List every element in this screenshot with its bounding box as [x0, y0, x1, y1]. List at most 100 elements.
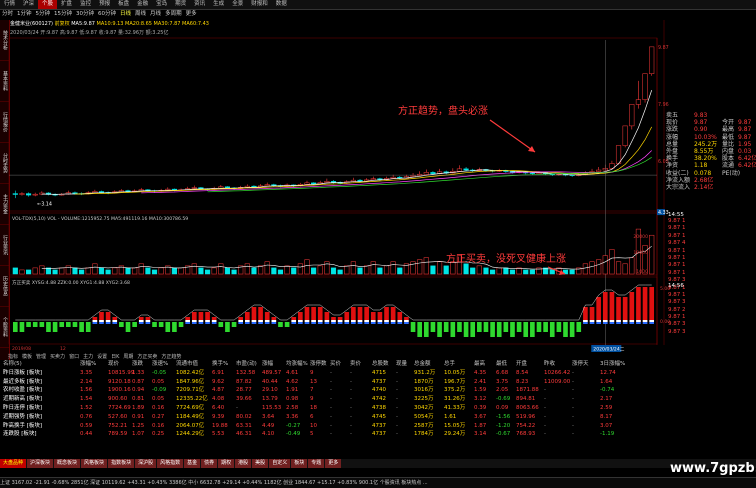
- bottom-tab-0[interactable]: 大盘品种: [0, 459, 27, 468]
- table-header-cell[interactable]: 换手%: [212, 360, 228, 369]
- indicator-blue-base: [238, 322, 244, 324]
- indicator-neg-bar: [172, 322, 177, 332]
- table-row[interactable]: 农村收盈 [板块] 1.56 1900.16 0.94 -0.09 7209.71亿 4.8…: [0, 386, 668, 395]
- indicator-pos-bar: [609, 292, 615, 322]
- quote-value: 245.2万: [694, 140, 718, 148]
- tick-row: 9.87 1: [668, 314, 686, 321]
- table-cell: -: [572, 378, 574, 385]
- bottom-tab-12[interactable]: 自定义: [269, 459, 291, 468]
- stock-table: 名称(5) 涨幅% 现价 涨跌 涨速% 流通市值 换手% 市盈(动) 涨幅 均涨幅% 涨停数 买价 卖价…: [0, 360, 668, 456]
- quote-value: 2.14亿: [694, 183, 714, 191]
- indicator-pos-bar: [251, 307, 257, 322]
- bottom-tab-1[interactable]: 沪深板块: [27, 459, 54, 468]
- volume-bar: [602, 255, 608, 275]
- table-header-cell[interactable]: 现价: [108, 360, 119, 369]
- table-cell: 4.49: [262, 422, 275, 429]
- table-cell: 4737: [372, 422, 386, 429]
- table-row[interactable]: 连跌股 [板块] 0.44 789.59 1.07 0.25 1244.29亿 5.53 46…: [0, 430, 668, 439]
- table-header-cell[interactable]: 涨跌: [132, 360, 143, 369]
- bottom-tab-13[interactable]: 板块: [291, 459, 308, 468]
- table-row[interactable]: 近期新高 [板块] 1.54 900.60 0.81 0.05 12335.22亿 4.08…: [0, 395, 668, 404]
- table-header-cell[interactable]: 均涨幅%: [286, 360, 308, 369]
- volume-bar: [463, 263, 469, 275]
- bottom-tab-2[interactable]: 概念板块: [54, 459, 81, 468]
- table-header-cell[interactable]: 总手: [444, 360, 455, 369]
- candle-body: [456, 168, 463, 172]
- table-cell: 1.59: [474, 387, 487, 394]
- indicator-blue-base: [629, 322, 635, 324]
- indicator-blue-base: [251, 322, 257, 324]
- table-cell: 2.05: [496, 387, 509, 394]
- table-header-cell[interactable]: 涨停数: [310, 360, 327, 369]
- table-cell: 1847.96亿: [176, 378, 205, 385]
- table-header-cell[interactable]: 涨幅: [262, 360, 273, 369]
- indicator-white-cap: [211, 320, 217, 322]
- table-header-cell[interactable]: 买价: [330, 360, 341, 369]
- table-row[interactable]: 昨日连停 [板块] 1.52 7724.69 1.89 0.16 7724.69亿 6.40…: [0, 404, 668, 413]
- bottom-tab-15[interactable]: 更多: [325, 459, 342, 468]
- indicator-neg-bar: [549, 322, 555, 337]
- price-label-2: 7.96: [658, 102, 669, 108]
- table-cell: -: [396, 422, 398, 429]
- table-cell: 789.59: [108, 431, 128, 438]
- indicator-neg-bar: [569, 322, 575, 337]
- tick-row: 9.87 4: [668, 240, 686, 247]
- indicator-blue-base: [364, 322, 369, 324]
- volume-bar: [490, 269, 496, 275]
- table-header-cell[interactable]: 最低: [496, 360, 507, 369]
- table-header-cell[interactable]: 市盈(动): [236, 360, 257, 369]
- indicator-neg-bar: [79, 322, 84, 332]
- indicator-neg-bar: [490, 322, 495, 337]
- bottom-tab-5[interactable]: 深沪股: [135, 459, 157, 468]
- indicator-neg-bar: [457, 322, 462, 332]
- bottom-tab-4[interactable]: 指数板块: [108, 459, 135, 468]
- table-header-cell[interactable]: 名称(5): [3, 360, 22, 369]
- table-row[interactable]: 最近多板 [板块] 2.14 9120.18 0.87 0.05 1847.96亿 9.62…: [0, 378, 668, 387]
- bottom-tab-14[interactable]: 专题: [308, 459, 325, 468]
- table-cell: -: [572, 422, 574, 429]
- table-header-cell[interactable]: 卖价: [350, 360, 361, 369]
- table-cell: 768.93: [516, 431, 536, 438]
- table-cell: 0.16: [152, 422, 165, 429]
- table-header: 名称(5) 涨幅% 现价 涨跌 涨速% 流通市值 换手% 市盈(动) 涨幅 均涨幅% 涨停数 买价 卖价…: [0, 360, 668, 369]
- indicator-blue-base: [636, 322, 641, 324]
- table-cell: 80.02: [236, 413, 252, 420]
- table-header-cell[interactable]: 涨幅%: [80, 360, 96, 369]
- table-header-cell[interactable]: 3日涨幅%: [600, 360, 625, 369]
- table-cell: 40.44: [262, 378, 278, 385]
- table-header-cell[interactable]: 总金额: [414, 360, 431, 369]
- volume-bar: [204, 269, 211, 275]
- table-header-cell[interactable]: 昨收: [544, 360, 555, 369]
- date-cursor-label: 2020/03/24二: [593, 347, 624, 353]
- bottom-tab-9[interactable]: 期权: [218, 459, 235, 468]
- indicator-blue-base: [304, 322, 310, 324]
- volume-bar: [596, 259, 602, 275]
- bottom-tab-7[interactable]: 基金: [184, 459, 201, 468]
- indicator-white-cap: [198, 320, 204, 322]
- candle-body: [251, 185, 257, 188]
- bottom-tab-8[interactable]: 债券: [201, 459, 218, 468]
- table-header-cell[interactable]: 涨速%: [152, 360, 168, 369]
- table-cell: 4.87: [212, 387, 225, 394]
- table-header-cell[interactable]: 涨停天: [572, 360, 589, 369]
- indicator-neg-bar: [278, 322, 283, 327]
- table-row[interactable]: 昨高换手 [板块] 0.59 752.21 1.25 0.16 2064.07亿 19.88…: [0, 422, 668, 431]
- table-header-cell[interactable]: 开盘: [516, 360, 527, 369]
- bottom-tab-6[interactable]: 风格指数: [157, 459, 184, 468]
- table-cell: 132.58: [236, 369, 256, 376]
- table-cell: 900.60: [108, 396, 128, 403]
- bottom-tab-3[interactable]: 风格板块: [81, 459, 108, 468]
- indicator-blue-base: [404, 322, 409, 324]
- table-header-cell[interactable]: 总股数: [372, 360, 389, 369]
- volume-bar: [311, 267, 317, 275]
- table-header-cell[interactable]: 最高: [474, 360, 485, 369]
- table-header-cell[interactable]: 现量: [396, 360, 407, 369]
- table-cell: 1184.49亿: [176, 413, 205, 420]
- table-row[interactable]: 近期强势 [板块] 0.76 527.60 0.91 0.27 1184.49亿 9.39 8…: [0, 413, 668, 422]
- bottom-tab-11[interactable]: 美股: [252, 459, 269, 468]
- indicator-blue-base: [596, 322, 601, 324]
- table-row[interactable]: 昨日涨板 [板块] 3.35 10815.99 1.33 -0.05 1082.42亿 6.…: [0, 369, 668, 378]
- bottom-tab-10[interactable]: 港股: [235, 459, 252, 468]
- volume-panel-frame: [8, 212, 658, 276]
- table-header-cell[interactable]: 流通市值: [176, 360, 198, 369]
